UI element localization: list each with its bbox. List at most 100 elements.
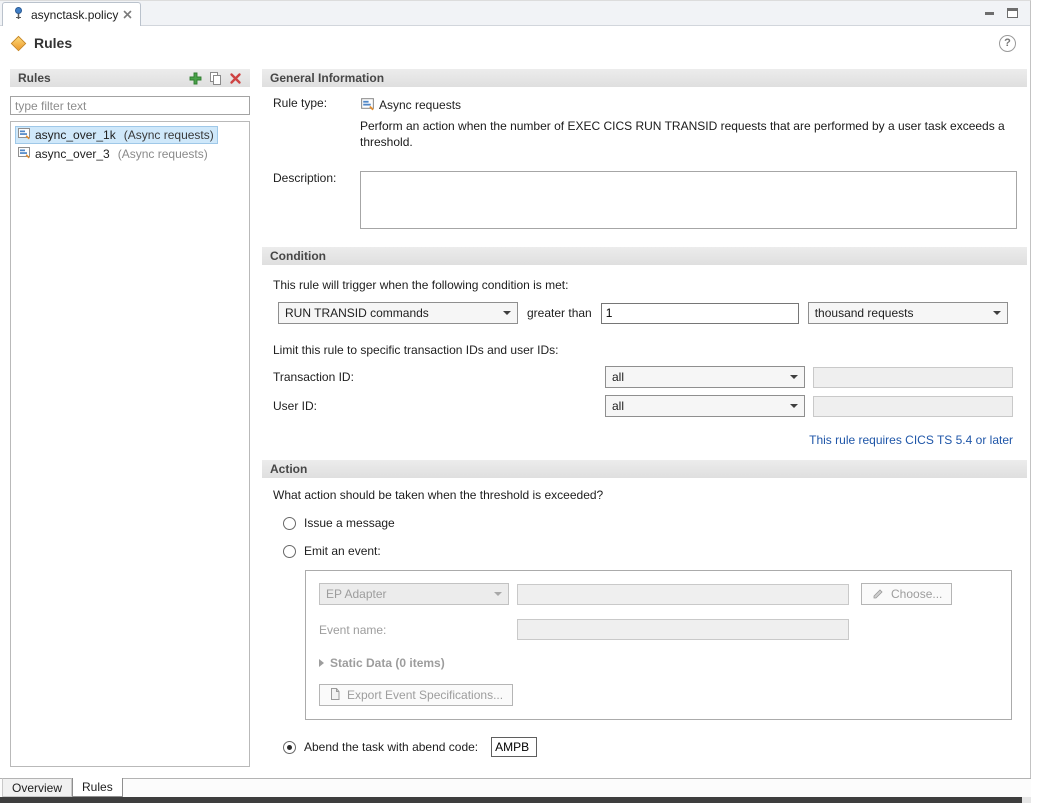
limit-intro: Limit this rule to specific transaction … [262, 343, 1027, 357]
general-information-header: General Information [262, 69, 1027, 87]
static-data-label: Static Data (0 items) [330, 656, 445, 670]
minimize-icon[interactable] [984, 7, 995, 18]
policy-file-icon [11, 6, 26, 24]
choose-button-label: Choose... [891, 587, 942, 601]
rule-name: async_over_3 [35, 147, 110, 161]
rules-toolbar [187, 70, 244, 86]
page-header: Rules ? [0, 26, 1030, 60]
view-window-controls [984, 7, 1018, 18]
emit-event-option[interactable]: Emit an event: [262, 544, 1027, 558]
chevron-down-icon [503, 311, 511, 315]
transaction-id-scope-select[interactable]: all [605, 366, 805, 388]
condition-unit-value: thousand requests [815, 306, 914, 320]
editor-tab-asynctask-policy[interactable]: asynctask.policy [2, 2, 141, 26]
main-content: Rules [0, 61, 1031, 778]
tab-overview-label: Overview [12, 781, 62, 795]
rule-type-suffix: (Async requests) [118, 147, 208, 161]
condition-operand-select[interactable]: RUN TRANSID commands [278, 302, 518, 324]
export-event-specs-button: Export Event Specifications... [319, 684, 513, 706]
description-value-cell [360, 171, 1018, 232]
tab-close-icon[interactable] [123, 10, 132, 19]
rule-type-description: Perform an action when the number of EXE… [360, 118, 1018, 150]
rules-list-panel: Rules [10, 69, 250, 778]
editor-page-tabs: Overview Rules [0, 778, 1031, 797]
delete-rule-icon[interactable] [227, 70, 244, 86]
user-id-scope-value: all [612, 399, 624, 413]
rules-list-title: Rules [18, 71, 51, 85]
expand-arrow-icon[interactable] [319, 659, 324, 667]
transaction-id-input [813, 367, 1013, 388]
help-icon[interactable]: ? [999, 35, 1016, 52]
export-button-label: Export Event Specifications... [347, 688, 503, 702]
condition-unit-select[interactable]: thousand requests [808, 302, 1008, 324]
rule-item-selection: async_over_3 (Async requests) [15, 145, 212, 163]
cics-version-note: This rule requires CICS TS 5.4 or later [262, 433, 1027, 447]
transaction-id-scope-value: all [612, 370, 624, 384]
window-bottom-edge [0, 797, 1031, 803]
chevron-down-icon [494, 592, 502, 596]
tab-overview[interactable]: Overview [2, 778, 72, 797]
tab-rules-label: Rules [82, 780, 113, 794]
ep-adapter-value: EP Adapter [326, 587, 387, 601]
radio-icon[interactable] [283, 545, 296, 558]
rule-type-row: Rule type: Async reque [262, 96, 1027, 150]
condition-controls-row: RUN TRANSID commands greater than thousa… [262, 302, 1027, 324]
action-header: Action [262, 460, 1027, 478]
duplicate-rule-icon[interactable] [207, 70, 224, 86]
rule-name: async_over_1k [35, 128, 116, 142]
threshold-input[interactable] [601, 303, 799, 324]
rule-type-value-cell: Async requests Perform an action when th… [360, 96, 1018, 150]
description-textarea[interactable] [360, 171, 1017, 229]
rules-tree[interactable]: async_over_1k (Async requests) [10, 121, 250, 767]
event-name-row: Event name: [319, 619, 998, 640]
page-title: Rules [34, 35, 72, 51]
condition-operand-value: RUN TRANSID commands [285, 306, 429, 320]
add-rule-icon[interactable] [187, 70, 204, 86]
export-file-icon [329, 687, 341, 704]
event-name-input [517, 619, 849, 640]
tab-rules[interactable]: Rules [72, 778, 123, 797]
rule-item-selection: async_over_1k (Async requests) [15, 126, 218, 144]
editor-frame: asynctask.policy Rules ? Rules [0, 0, 1031, 803]
rule-type-icon [360, 96, 375, 114]
rule-type-value-line: Async requests [360, 96, 1018, 114]
user-id-scope-select[interactable]: all [605, 395, 805, 417]
transaction-id-label: Transaction ID: [273, 370, 597, 384]
condition-intro: This rule will trigger when the followin… [262, 278, 1027, 292]
rule-type-value: Async requests [379, 98, 461, 112]
application-window: asynctask.policy Rules ? Rules [0, 0, 1038, 803]
static-data-section[interactable]: Static Data (0 items) [319, 656, 998, 670]
ep-adapter-row: EP Adapter Choose... [319, 583, 998, 605]
radio-icon[interactable] [283, 741, 296, 754]
user-id-label: User ID: [273, 399, 597, 413]
abend-code-input[interactable] [491, 737, 537, 757]
condition-operator-label: greater than [527, 306, 592, 320]
condition-header: Condition [262, 247, 1027, 265]
abend-task-option[interactable]: Abend the task with abend code: [262, 737, 1027, 757]
rules-filter-input[interactable] [10, 96, 250, 115]
event-options-group: EP Adapter Choose... Event name: [305, 570, 1012, 720]
rule-icon [17, 126, 31, 143]
rules-diamond-icon [11, 35, 27, 51]
issue-message-label: Issue a message [304, 516, 395, 530]
transaction-id-row: Transaction ID: all [262, 366, 1027, 388]
rule-type-suffix: (Async requests) [124, 128, 214, 142]
export-row: Export Event Specifications... [319, 684, 998, 706]
ep-adapter-select: EP Adapter [319, 583, 509, 605]
radio-icon[interactable] [283, 517, 296, 530]
action-question: What action should be taken when the thr… [262, 488, 1027, 502]
rule-type-label: Rule type: [273, 96, 360, 150]
choose-button: Choose... [861, 583, 952, 605]
rules-list-header: Rules [10, 69, 250, 87]
rule-list-item[interactable]: async_over_3 (Async requests) [13, 144, 247, 163]
event-name-label: Event name: [319, 623, 509, 637]
window-resize-grip[interactable] [1022, 797, 1031, 803]
issue-message-option[interactable]: Issue a message [262, 516, 1027, 530]
user-id-input [813, 396, 1013, 417]
chevron-down-icon [993, 311, 1001, 315]
rule-list-item[interactable]: async_over_1k (Async requests) [13, 125, 247, 144]
description-row: Description: [262, 171, 1027, 232]
description-label: Description: [273, 171, 360, 232]
maximize-icon[interactable] [1007, 8, 1018, 18]
rule-icon [17, 145, 31, 162]
